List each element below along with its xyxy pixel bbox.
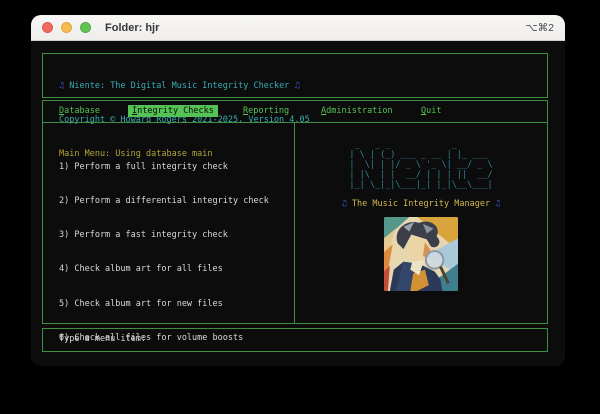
- app-title: Niente: The Digital Music Integrity Chec…: [69, 81, 289, 91]
- menu-bar: Database Integrity Checks Reporting Admi…: [42, 100, 548, 123]
- minimize-button[interactable]: [61, 22, 72, 33]
- app-title-line: ♫ Niente: The Digital Music Integrity Ch…: [59, 81, 547, 92]
- window-titlebar[interactable]: Folder: hjr ⌥⌘2: [31, 15, 565, 41]
- menu-option-4[interactable]: 4) Check album art for all files: [59, 264, 294, 275]
- menu-tab-integrity-checks[interactable]: Integrity Checks: [128, 105, 218, 117]
- menu-option-1[interactable]: 1) Perform a full integrity check: [59, 162, 294, 173]
- window-shortcut-badge: ⌥⌘2: [526, 22, 554, 34]
- tagline-line: ♫ The Music Integrity Manager ♫: [342, 199, 501, 209]
- app-header-panel: ♫ Niente: The Digital Music Integrity Ch…: [42, 53, 548, 98]
- menu-option-5[interactable]: 5) Check album art for new files: [59, 299, 294, 310]
- window-title: Folder: hjr: [105, 22, 159, 34]
- terminal-window: Folder: hjr ⌥⌘2 ♫ Niente: The Digital Mu…: [31, 15, 565, 366]
- menu-option-3[interactable]: 3) Perform a fast integrity check: [59, 230, 294, 241]
- niente-ascii-logo: _ _ _ _ | \ | (_) ___ _ __ | |_ ___ | \|…: [349, 140, 492, 190]
- menu-tab-database[interactable]: Database: [59, 106, 100, 116]
- main-panel: 1) Perform a full integrity check 2) Per…: [42, 122, 548, 324]
- menu-tab-quit[interactable]: Quit: [421, 106, 441, 116]
- menu-tab-reporting[interactable]: Reporting: [243, 106, 289, 116]
- music-note-icon: ♫: [495, 199, 500, 209]
- close-button[interactable]: [42, 22, 53, 33]
- zoom-button[interactable]: [80, 22, 91, 33]
- tagline-text: The Music Integrity Manager: [347, 199, 495, 209]
- traffic-lights: [42, 22, 91, 33]
- music-note-icon: ♫: [294, 81, 299, 91]
- menu-option-2[interactable]: 2) Perform a differential integrity chec…: [59, 196, 294, 207]
- beethoven-magnifier-image: [384, 217, 458, 291]
- music-note-icon: ♫: [59, 81, 64, 91]
- terminal-screen[interactable]: ♫ Niente: The Digital Music Integrity Ch…: [31, 42, 565, 366]
- command-input-line[interactable]: Type a menu item:: [42, 328, 548, 352]
- logo-pane: _ _ _ _ | \ | (_) ___ _ __ | |_ ___ | \|…: [294, 123, 547, 323]
- menu-options-pane: 1) Perform a full integrity check 2) Per…: [43, 123, 294, 323]
- menu-tab-administration[interactable]: Administration: [321, 106, 393, 116]
